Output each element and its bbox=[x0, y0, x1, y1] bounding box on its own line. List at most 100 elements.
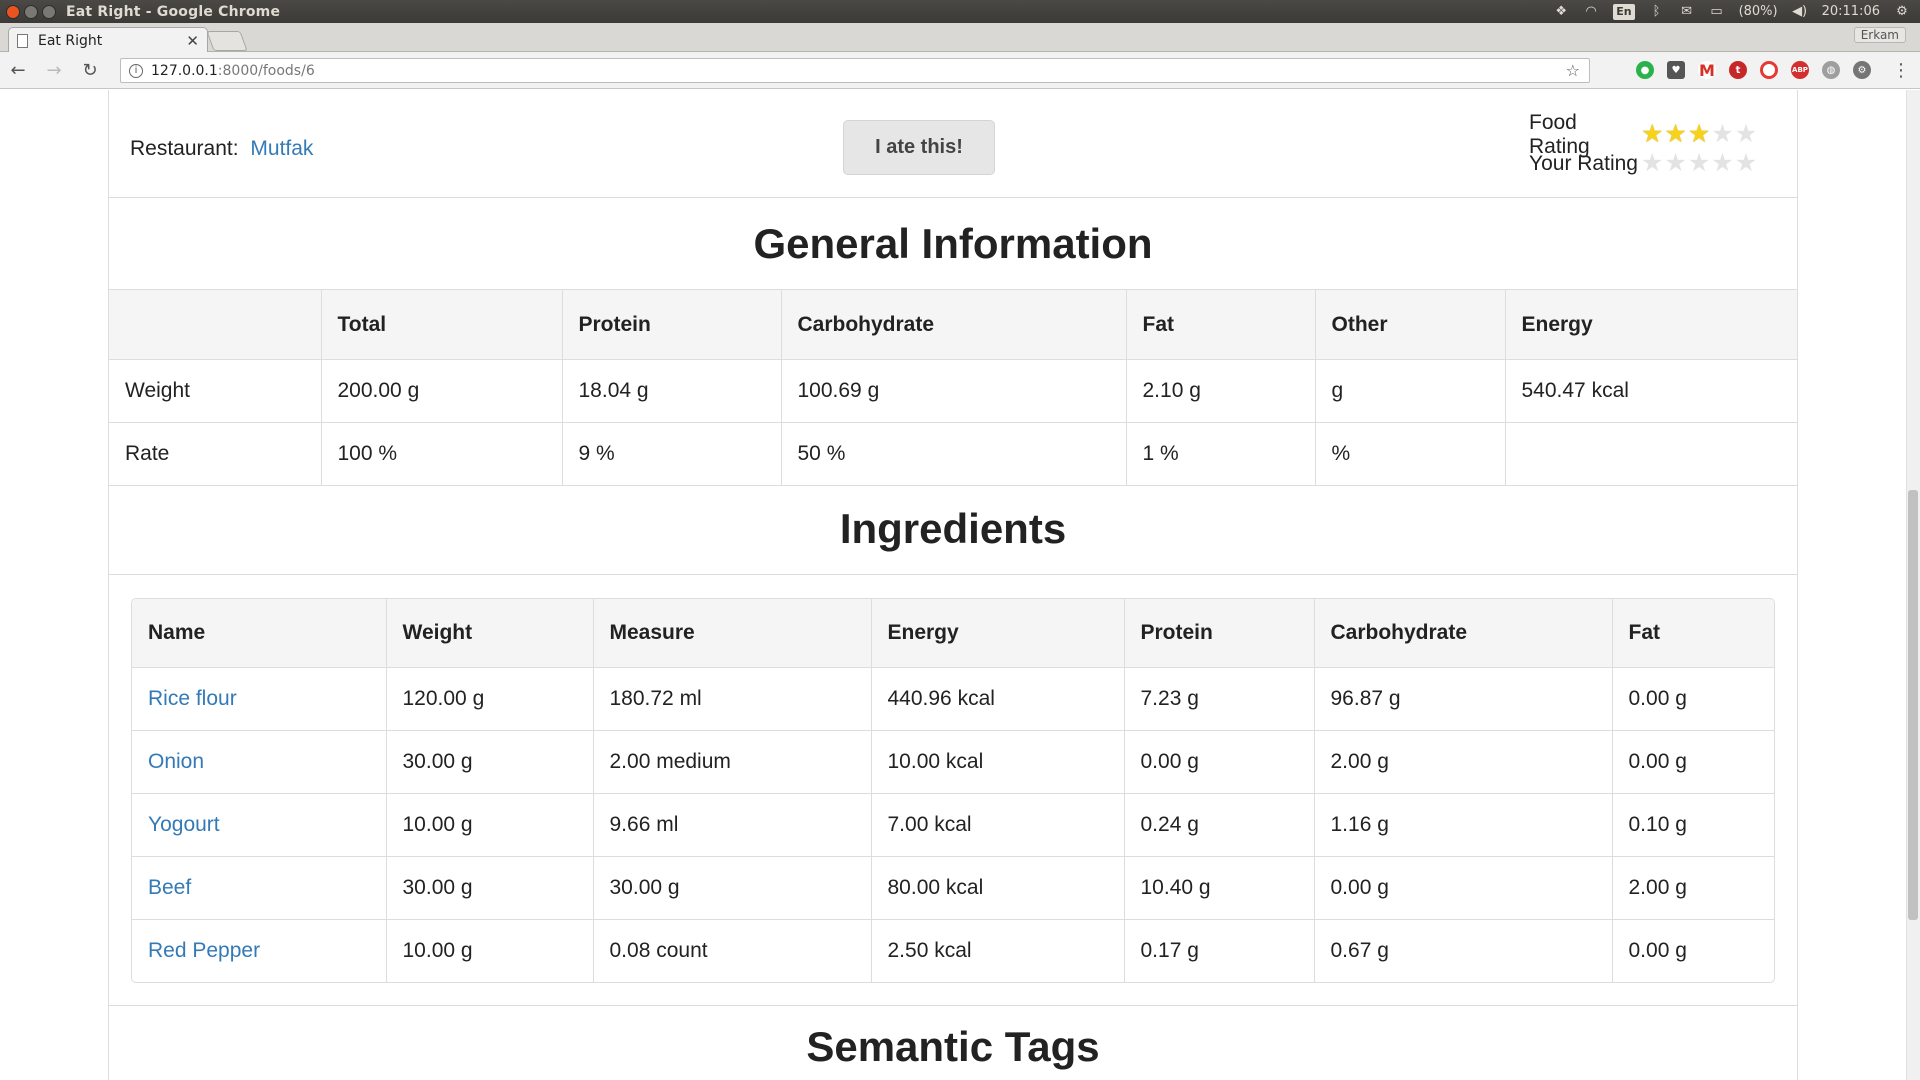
tab-close-icon[interactable]: ✕ bbox=[186, 32, 199, 50]
volume-icon[interactable]: ◀) bbox=[1792, 4, 1808, 20]
table-cell: 7.23 g bbox=[1123, 666, 1315, 731]
pocket-icon[interactable]: ♥ bbox=[1667, 61, 1685, 79]
ingredient-link[interactable]: Beef bbox=[148, 876, 191, 899]
keyboard-language-indicator[interactable]: En bbox=[1613, 3, 1635, 20]
table-cell: 2.00 g bbox=[1611, 855, 1774, 920]
table-row: Weight 200.00 g 18.04 g 100.69 g 2.10 g … bbox=[109, 359, 1797, 423]
browser-tab[interactable]: Eat Right ✕ bbox=[8, 27, 208, 53]
ingredient-link[interactable]: Onion bbox=[148, 750, 204, 773]
extension-gear-icon[interactable]: ⚙ bbox=[1853, 61, 1871, 79]
table-cell: 9 % bbox=[561, 422, 782, 486]
your-rating-row: Your Rating ★★★★★ bbox=[1529, 149, 1758, 178]
site-info-icon[interactable]: i bbox=[129, 63, 143, 78]
table-cell: 100.69 g bbox=[780, 359, 1127, 423]
globe-icon[interactable]: ◍ bbox=[1822, 61, 1840, 79]
star-icon[interactable]: ★ bbox=[1664, 149, 1686, 177]
reload-icon[interactable]: ↻ bbox=[72, 60, 108, 81]
browser-toolbar: ← → ↻ ⌂ i 127.0.0.1 :8000/foods/6 ☆ ● ♥ … bbox=[0, 52, 1920, 89]
table-cell: g bbox=[1314, 359, 1506, 423]
gmail-icon[interactable]: M bbox=[1698, 61, 1716, 80]
star-icon[interactable]: ★ bbox=[1688, 149, 1710, 177]
table-header-cell: Fat bbox=[1611, 599, 1774, 668]
table-cell: % bbox=[1314, 422, 1506, 486]
system-tray: ❖ ◠ En ᛒ ✉ ▭ (80%) ◀) 20:11:06 ⚙ bbox=[1553, 3, 1920, 20]
extension-green-icon[interactable]: ● bbox=[1636, 61, 1654, 79]
window-maximize-button[interactable] bbox=[42, 4, 56, 19]
table-cell: Rice flour bbox=[132, 666, 387, 731]
table-cell: 0.17 g bbox=[1123, 918, 1315, 982]
table-cell: Yogourt bbox=[132, 792, 387, 857]
table-cell: 0.00 g bbox=[1123, 729, 1315, 794]
bluetooth-icon[interactable]: ᛒ bbox=[1649, 4, 1665, 20]
star-icon: ★ bbox=[1641, 119, 1664, 148]
window-close-button[interactable] bbox=[6, 4, 20, 19]
table-cell: 80.00 kcal bbox=[870, 855, 1125, 920]
table-cell: 0.08 count bbox=[592, 918, 872, 982]
page-viewport: Restaurant: Mutfak I ate this! Food Rati… bbox=[0, 90, 1920, 1080]
table-cell: 200.00 g bbox=[320, 359, 563, 423]
page-scrollbar[interactable] bbox=[1906, 90, 1920, 1080]
star-icon: ★ bbox=[1711, 119, 1734, 148]
opera-icon[interactable] bbox=[1760, 61, 1778, 79]
ingredients-table: Name Weight Measure Energy Protein Carbo… bbox=[132, 599, 1774, 982]
table-header-cell: Energy bbox=[1504, 289, 1797, 360]
ingredient-link[interactable]: Rice flour bbox=[148, 687, 237, 710]
tab-strip: Eat Right ✕ Erkam bbox=[0, 23, 1920, 53]
extension-red-t-icon[interactable]: t bbox=[1729, 61, 1747, 79]
star-icon[interactable]: ★ bbox=[1641, 149, 1663, 177]
clock[interactable]: 20:11:06 bbox=[1822, 4, 1880, 19]
battery-icon[interactable]: ▭ bbox=[1709, 4, 1725, 20]
address-bar[interactable]: i 127.0.0.1 :8000/foods/6 ☆ bbox=[120, 58, 1590, 83]
table-cell: Weight bbox=[109, 359, 322, 423]
star-icon[interactable]: ★ bbox=[1735, 149, 1757, 177]
new-tab-button[interactable] bbox=[206, 31, 248, 51]
table-row: Rice flour 120.00 g 180.72 ml 440.96 kca… bbox=[132, 666, 1774, 731]
table-cell: 10.00 g bbox=[385, 792, 594, 857]
settings-gear-icon[interactable]: ⚙ bbox=[1894, 4, 1910, 20]
window-controls bbox=[0, 4, 66, 19]
bookmark-star-icon[interactable]: ☆ bbox=[1566, 62, 1580, 79]
restaurant-link[interactable]: Mutfak bbox=[250, 137, 313, 160]
ingredients-table-container: Name Weight Measure Energy Protein Carbo… bbox=[131, 598, 1775, 983]
table-cell: 2.00 medium bbox=[592, 729, 872, 794]
table-header-cell: Protein bbox=[561, 289, 782, 360]
table-header-row: Name Weight Measure Energy Protein Carbo… bbox=[132, 599, 1774, 668]
dropbox-icon[interactable]: ❖ bbox=[1553, 4, 1569, 20]
window-minimize-button[interactable] bbox=[24, 4, 38, 19]
table-header-cell: Protein bbox=[1123, 599, 1315, 668]
table-cell: 2.00 g bbox=[1313, 729, 1613, 794]
star-icon[interactable]: ★ bbox=[1711, 149, 1733, 177]
mail-icon[interactable]: ✉ bbox=[1679, 4, 1695, 20]
table-cell: Beef bbox=[132, 855, 387, 920]
restaurant-info: Restaurant: Mutfak bbox=[130, 137, 313, 161]
ingredient-link[interactable]: Red Pepper bbox=[148, 939, 260, 962]
table-cell: 0.00 g bbox=[1611, 918, 1774, 982]
ingredient-link[interactable]: Yogourt bbox=[148, 813, 220, 836]
profile-button[interactable]: Erkam bbox=[1853, 27, 1906, 43]
table-cell: 1.16 g bbox=[1313, 792, 1613, 857]
browser-menu-icon[interactable]: ⋮ bbox=[1892, 60, 1910, 81]
your-rating-stars[interactable]: ★★★★★ bbox=[1641, 149, 1758, 177]
table-cell: 120.00 g bbox=[385, 666, 594, 731]
table-row: Beef 30.00 g 30.00 g 80.00 kcal 10.40 g … bbox=[132, 855, 1774, 920]
forward-arrow-icon[interactable]: → bbox=[36, 60, 72, 81]
table-row: Red Pepper 10.00 g 0.08 count 2.50 kcal … bbox=[132, 918, 1774, 982]
table-cell: 0.00 g bbox=[1611, 729, 1774, 794]
table-cell: 0.24 g bbox=[1123, 792, 1315, 857]
star-icon: ★ bbox=[1664, 119, 1687, 148]
table-cell: 180.72 ml bbox=[592, 666, 872, 731]
section-divider bbox=[109, 1005, 1797, 1006]
adblock-icon[interactable]: ABP bbox=[1791, 61, 1809, 79]
table-header-row: Total Protein Carbohydrate Fat Other Ene… bbox=[109, 289, 1797, 360]
table-header-cell: Weight bbox=[385, 599, 594, 668]
back-arrow-icon[interactable]: ← bbox=[0, 60, 36, 81]
battery-percentage[interactable]: (80%) bbox=[1739, 4, 1778, 19]
ratings-block: Food Rating ★★★★★ Your Rating ★★★★★ bbox=[1529, 111, 1758, 178]
table-cell: 18.04 g bbox=[561, 359, 782, 423]
wifi-icon[interactable]: ◠ bbox=[1583, 4, 1599, 20]
scrollbar-thumb[interactable] bbox=[1908, 490, 1918, 920]
table-cell: 30.00 g bbox=[385, 729, 594, 794]
general-information-table: Total Protein Carbohydrate Fat Other Ene… bbox=[109, 289, 1797, 486]
food-header-row: Restaurant: Mutfak I ate this! Food Rati… bbox=[109, 90, 1797, 198]
ate-this-button[interactable]: I ate this! bbox=[843, 120, 995, 175]
